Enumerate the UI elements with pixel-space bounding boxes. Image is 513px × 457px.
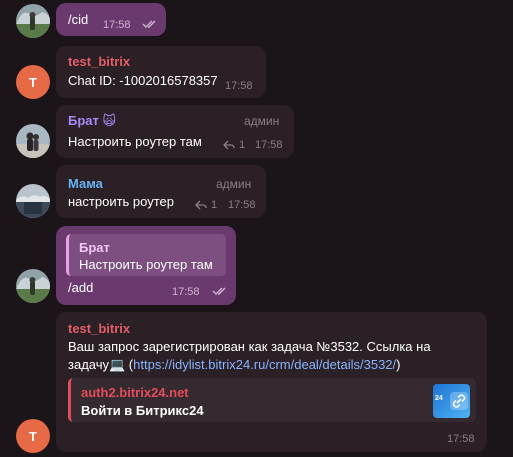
message-text: Настроить роутер там — [68, 134, 202, 149]
avatar[interactable] — [16, 269, 50, 303]
message-time: 17:58 — [172, 286, 200, 298]
message-text-line1: Ваш запрос зарегистрирован как задача №3… — [68, 339, 431, 354]
avatar[interactable]: T — [16, 65, 50, 99]
message-time: 17:58 — [225, 80, 253, 92]
avatar-letter: T — [29, 74, 37, 90]
message-time: 17:58 — [228, 199, 256, 211]
quote-sender: Брат — [79, 240, 110, 255]
preview-thumbnail[interactable]: 24 — [433, 384, 470, 418]
task-link[interactable]: https://idylist.bitrix24.ru/crm/deal/det… — [133, 357, 396, 372]
admin-badge: админ — [244, 114, 280, 128]
message-time: 17:58 — [255, 139, 283, 151]
message-bubble-incoming[interactable]: Мама админ настроить роутер 1 17:58 — [56, 165, 266, 218]
laptop-emoji-icon: 💻 — [109, 357, 126, 372]
sender-name[interactable]: test_bitrix — [68, 321, 130, 336]
link-icon — [450, 392, 468, 410]
quote-text: Настроить роутер там — [79, 257, 213, 272]
double-check-icon — [142, 20, 156, 28]
message-bubble-incoming[interactable]: Брат 🙀 админ Настроить роутер там 1 17:5… — [56, 105, 294, 158]
sender-name[interactable]: Мама — [68, 176, 103, 191]
sender-name[interactable]: test_bitrix — [68, 54, 130, 69]
sender-name[interactable]: Брат 🙀 — [68, 113, 116, 129]
preview-site-name: auth2.bitrix24.net — [81, 385, 189, 400]
avatar[interactable]: T — [16, 419, 50, 453]
bitrix24-logo-text: 24 — [435, 395, 443, 402]
reply-count[interactable]: 1 — [195, 199, 217, 211]
link-preview[interactable]: auth2.bitrix24.net Войти в Битрикс24 24 — [68, 378, 476, 422]
preview-title: Войти в Битрикс24 — [81, 403, 204, 418]
reply-icon — [223, 140, 235, 150]
message-time: 17:58 — [103, 19, 131, 31]
reply-count[interactable]: 1 — [223, 139, 245, 151]
message-text: /add — [68, 280, 94, 295]
message-text: настроить роутер — [68, 194, 175, 209]
emoji-icon: 🙀 — [102, 113, 117, 128]
message-text: Chat ID: -1002016578357 — [68, 73, 218, 88]
message-bubble-incoming[interactable]: test_bitrix Chat ID: -1002016578357 17:5… — [56, 46, 266, 98]
avatar[interactable] — [16, 124, 50, 158]
reply-quote[interactable]: Брат Настроить роутер там — [66, 234, 226, 276]
reply-icon — [195, 200, 207, 210]
message-time: 17:58 — [447, 433, 475, 445]
avatar[interactable] — [16, 184, 50, 218]
avatar[interactable] — [16, 4, 50, 38]
message-text: /cid — [68, 12, 89, 27]
admin-badge: админ — [216, 177, 252, 191]
message-bubble-outgoing[interactable]: Брат Настроить роутер там /add 17:58 — [56, 226, 236, 305]
avatar-letter: T — [29, 428, 37, 444]
message-text-line2: задачу💻 (https://idylist.bitrix24.ru/crm… — [68, 357, 401, 372]
message-bubble-outgoing[interactable]: /cid 17:58 — [56, 3, 166, 36]
message-bubble-incoming[interactable]: test_bitrix Ваш запрос зарегистрирован к… — [56, 312, 487, 452]
double-check-icon — [212, 287, 226, 295]
